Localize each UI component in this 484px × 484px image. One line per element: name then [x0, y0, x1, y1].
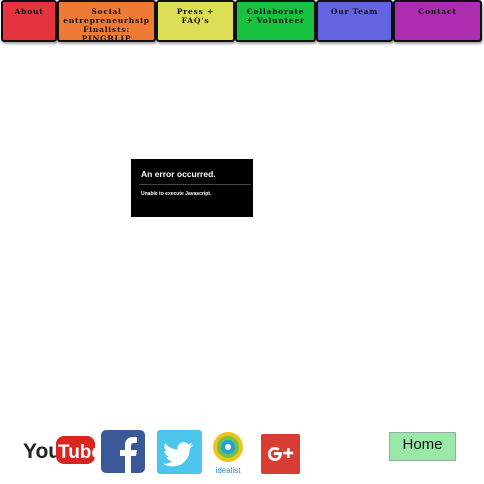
- google-plus-icon[interactable]: [261, 434, 300, 474]
- error-divider: [139, 184, 251, 185]
- facebook-icon[interactable]: [101, 430, 145, 473]
- nav-team-label: Our Team: [330, 7, 379, 16]
- idealist-icon[interactable]: idealist: [210, 431, 246, 475]
- youtube-you-text: You: [23, 440, 61, 463]
- youtube-icon[interactable]: You Tube: [22, 434, 102, 466]
- error-message: Unable to execute Javascript.: [141, 191, 212, 197]
- video-embed-error: An error occurred. Unable to execute Jav…: [131, 159, 253, 217]
- nav-press-faqs[interactable]: Press + FAQ's: [156, 0, 235, 42]
- nav-contact-label: Contact: [418, 7, 457, 16]
- nav-about-label: About: [14, 7, 44, 16]
- nav-collaborate-volunteer[interactable]: Collaborate + Volunteer: [235, 0, 316, 42]
- nav-collab-label: Collaborate + Volunteer: [246, 7, 305, 25]
- twitter-icon[interactable]: [157, 430, 202, 474]
- nav-contact[interactable]: Contact: [393, 0, 482, 42]
- nav-press-label: Press + FAQ's: [176, 7, 215, 25]
- error-title: An error occurred.: [141, 169, 216, 179]
- nav-about[interactable]: About: [1, 0, 57, 42]
- nav-social-entrepreneurship[interactable]: Social entrepreneurhsip Finalists: PINGB…: [57, 0, 156, 43]
- home-button[interactable]: Home: [389, 432, 456, 461]
- nav-our-team[interactable]: Our Team: [316, 0, 393, 42]
- youtube-tube-text: Tube: [58, 442, 96, 463]
- nav-social-label: Social entrepreneurhsip Finalists: PINGB…: [63, 7, 150, 43]
- top-nav: About Social entrepreneurhsip Finalists:…: [0, 0, 484, 46]
- idealist-label: idealist: [216, 466, 242, 475]
